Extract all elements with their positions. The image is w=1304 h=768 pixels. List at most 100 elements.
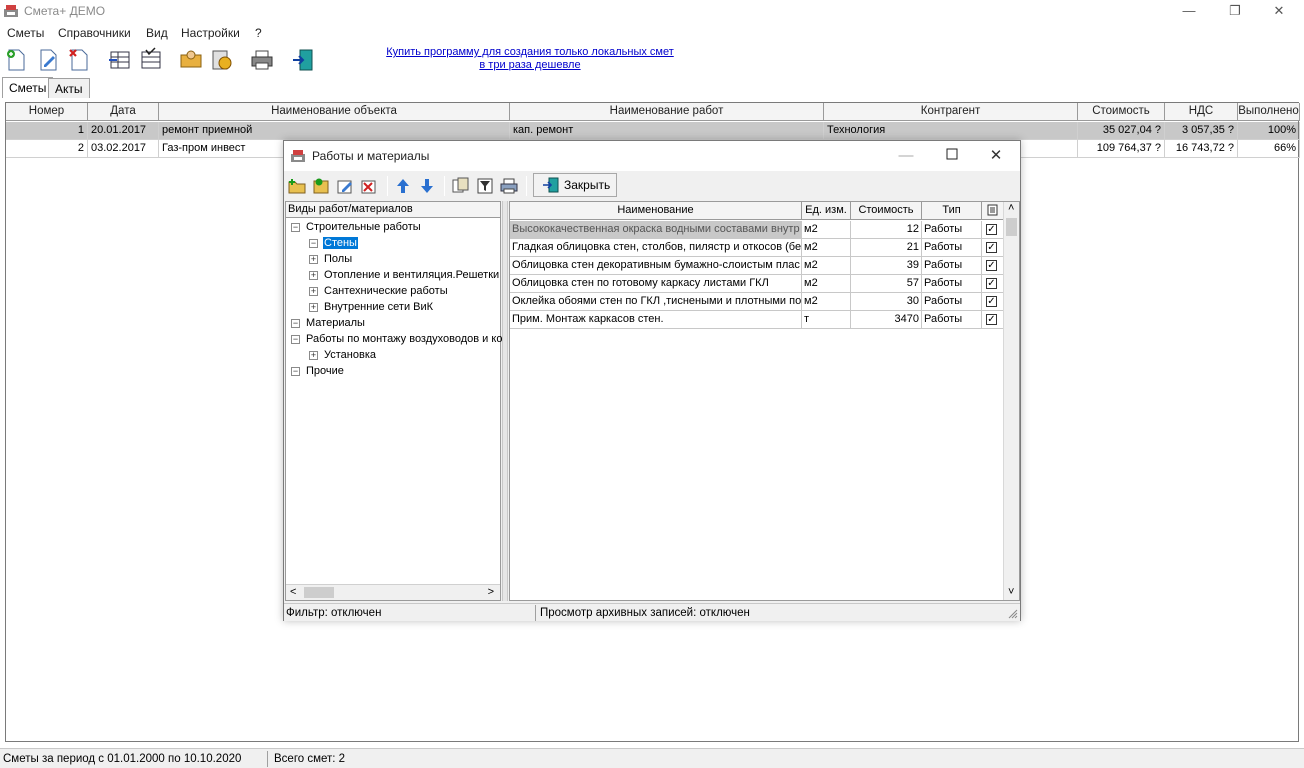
checkbox[interactable]: ✓ xyxy=(986,278,997,289)
tab-smety[interactable]: Сметы xyxy=(2,77,54,98)
add-folder-icon[interactable] xyxy=(287,176,307,196)
close-dialog-button[interactable]: Закрыть xyxy=(533,173,617,197)
promo-line-1[interactable]: Купить программу для создания только лок… xyxy=(380,46,680,59)
new-document-icon[interactable] xyxy=(3,47,29,73)
cell-type: Работы xyxy=(922,257,982,275)
scroll-down-icon[interactable]: ˅ xyxy=(1008,586,1014,598)
tree-node[interactable]: + Внутренние сети ВиК xyxy=(309,300,434,316)
promo-link[interactable]: Купить программу для создания только лок… xyxy=(380,46,680,72)
collapse-icon[interactable]: − xyxy=(291,318,300,328)
menu-smety[interactable]: Сметы xyxy=(7,26,44,40)
scroll-up-icon[interactable]: ˄ xyxy=(1008,202,1014,214)
collapse-icon[interactable]: − xyxy=(309,238,318,248)
arrow-down-icon[interactable] xyxy=(417,176,437,196)
status-count: Всего смет: 2 xyxy=(274,753,346,765)
scroll-thumb[interactable] xyxy=(304,587,334,598)
print-icon[interactable] xyxy=(499,176,519,196)
checkbox[interactable]: ✓ xyxy=(986,242,997,253)
menu-spravochniki[interactable]: Справочники xyxy=(58,26,131,40)
column-header-object[interactable]: Наименование объекта xyxy=(159,103,510,121)
column-header-name[interactable]: Наименование xyxy=(510,202,802,220)
menu-nastroyki[interactable]: Настройки xyxy=(181,26,240,40)
list-item[interactable]: Облицовка стен по готовому каркасу листа… xyxy=(510,275,1004,293)
copy-icon[interactable] xyxy=(451,176,471,196)
list-vertical-scrollbar[interactable]: ˄ ˅ xyxy=(1003,202,1019,600)
dialog-minimize-button[interactable]: — xyxy=(884,145,928,167)
calculation-icon[interactable] xyxy=(209,47,235,73)
column-header-unit[interactable]: Ед. изм. xyxy=(802,202,851,220)
column-header-type[interactable]: Тип xyxy=(922,202,982,220)
main-toolbar: Купить программу для создания только лок… xyxy=(0,44,1304,76)
collapse-icon[interactable]: − xyxy=(291,366,300,376)
collapse-icon[interactable]: − xyxy=(291,334,300,344)
column-header-vat[interactable]: НДС xyxy=(1165,103,1238,121)
tree-node[interactable]: − Стены xyxy=(309,236,358,252)
dialog-title-bar[interactable]: Работы и материалы — ✕ xyxy=(284,141,1020,171)
checkbox[interactable]: ✓ xyxy=(986,260,997,271)
tree-horizontal-scrollbar[interactable]: < > xyxy=(286,584,500,600)
scroll-right-icon[interactable]: > xyxy=(488,586,494,598)
dialog-close-button[interactable]: ✕ xyxy=(974,145,1018,167)
table-row[interactable]: 1 20.01.2017 ремонт приемной кап. ремонт… xyxy=(6,122,1300,140)
scroll-thumb[interactable] xyxy=(1006,218,1017,236)
contractors-icon[interactable] xyxy=(178,47,204,73)
tree-node[interactable]: + Полы xyxy=(309,252,353,268)
menu-help[interactable]: ? xyxy=(255,26,262,40)
expand-icon[interactable]: + xyxy=(309,302,318,312)
exit-icon[interactable] xyxy=(290,47,316,73)
collapse-icon[interactable]: − xyxy=(291,222,300,232)
edit-document-icon[interactable] xyxy=(35,47,61,73)
tree-node[interactable]: − Прочие xyxy=(291,364,345,380)
column-header-done[interactable]: Выполнено xyxy=(1238,103,1300,121)
column-header-number[interactable]: Номер xyxy=(6,103,88,121)
menu-vid[interactable]: Вид xyxy=(146,26,168,40)
checkbox[interactable]: ✓ xyxy=(986,224,997,235)
scroll-left-icon[interactable]: < xyxy=(290,586,296,598)
list-item[interactable]: Оклейка обоями стен по ГКЛ ,тиснеными и … xyxy=(510,293,1004,311)
column-header-date[interactable]: Дата xyxy=(88,103,159,121)
table-header: Номер Дата Наименование объекта Наименов… xyxy=(6,103,1300,121)
checkbox[interactable]: ✓ xyxy=(986,314,997,325)
delete-document-icon[interactable] xyxy=(66,47,92,73)
expand-icon[interactable]: + xyxy=(309,286,318,296)
column-header-cost[interactable]: Стоимость xyxy=(851,202,922,220)
edit-item-icon[interactable] xyxy=(335,176,355,196)
arrow-up-icon[interactable] xyxy=(393,176,413,196)
tree-node[interactable]: − Строительные работы xyxy=(291,220,422,236)
expand-icon[interactable]: + xyxy=(309,350,318,360)
tree-node[interactable]: + Отопление и вентиляция.Решетки xyxy=(309,268,500,284)
list-item[interactable]: Прим. Монтаж каркасов стен. т 3470 Работы ✓ xyxy=(510,311,1004,329)
status-bar: Сметы за период с 01.01.2000 по 10.10.20… xyxy=(0,748,1304,768)
tree-node[interactable]: − Материалы xyxy=(291,316,366,332)
table-check-icon[interactable] xyxy=(138,47,164,73)
checkbox[interactable]: ✓ xyxy=(986,296,997,307)
list-item[interactable]: Гладкая облицовка стен, столбов, пилястр… xyxy=(510,239,1004,257)
column-header-check[interactable] xyxy=(982,202,1004,220)
expand-icon[interactable]: + xyxy=(309,270,318,280)
cell-name: Оклейка обоями стен по ГКЛ ,тиснеными и … xyxy=(510,293,802,311)
minimize-button[interactable]: — xyxy=(1166,0,1212,22)
print-icon[interactable] xyxy=(249,47,275,73)
column-header-contractor[interactable]: Контрагент xyxy=(824,103,1078,121)
promo-line-2[interactable]: в три раза дешевле xyxy=(380,59,680,72)
dialog-maximize-button[interactable] xyxy=(930,145,974,167)
tree-node[interactable]: + Установка xyxy=(309,348,377,364)
tree-node[interactable]: + Сантехнические работы xyxy=(309,284,449,300)
tree-node[interactable]: − Работы по монтажу воздуховодов и ко xyxy=(291,332,503,348)
column-header-cost[interactable]: Стоимость xyxy=(1078,103,1165,121)
add-item-icon[interactable] xyxy=(311,176,331,196)
category-tree: Виды работ/материалов − Строительные рабо… xyxy=(285,201,503,601)
restore-button[interactable]: ❐ xyxy=(1212,0,1258,22)
delete-item-icon[interactable] xyxy=(359,176,379,196)
table-import-icon[interactable] xyxy=(107,47,133,73)
list-item[interactable]: Высококачественная окраска водными соста… xyxy=(510,221,1004,239)
column-header-works[interactable]: Наименование работ xyxy=(510,103,824,121)
tab-akty[interactable]: Акты xyxy=(48,78,90,98)
expand-icon[interactable]: + xyxy=(309,254,318,264)
close-window-button[interactable]: ✕ xyxy=(1256,0,1302,22)
window-title: Смета+ ДЕМО xyxy=(24,4,106,18)
pane-splitter[interactable] xyxy=(502,201,508,601)
list-item[interactable]: Облицовка стен декоративным бумажно-слои… xyxy=(510,257,1004,275)
filter-icon[interactable] xyxy=(475,176,495,196)
resize-grip-icon[interactable] xyxy=(1008,609,1018,619)
